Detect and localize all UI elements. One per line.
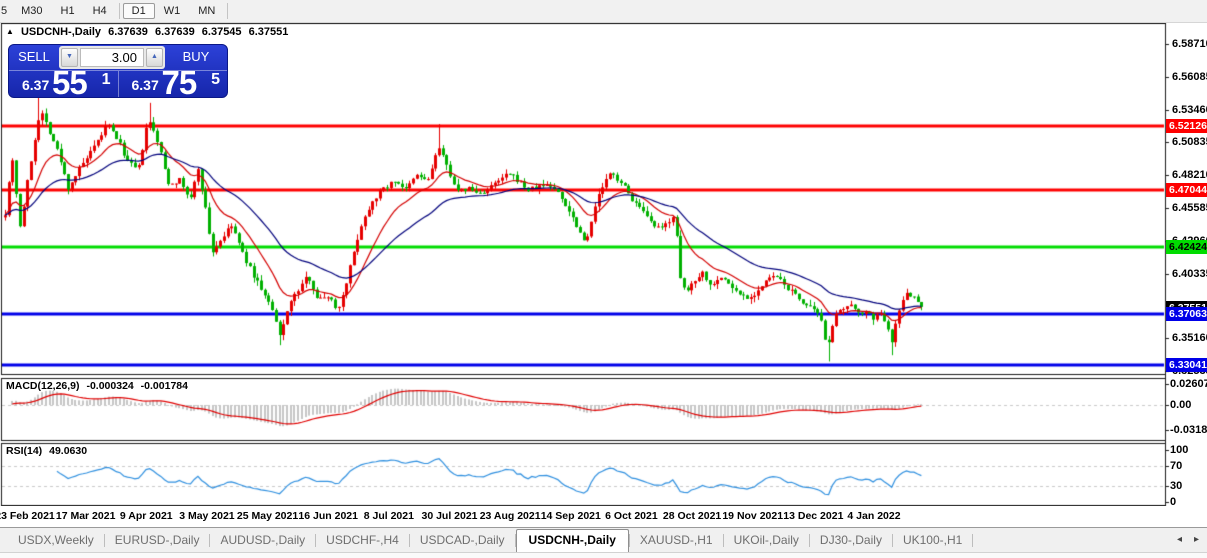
chart-symbol-label: USDCNH-,Daily — [21, 26, 101, 38]
ohlc-low-value: 6.37545 — [202, 26, 242, 38]
time-axis-label: 19 Nov 2021 — [722, 510, 783, 522]
timeframe-button-h1[interactable]: H1 — [52, 3, 84, 19]
rsi-axis-tick: 100 — [1170, 444, 1188, 456]
buy-price-base: 6.37 — [132, 77, 159, 93]
metatrader-window: 5M30H1H4D1W1MN ▲ USDCNH-,Daily 6.37639 6… — [0, 0, 1207, 558]
price-axis-tick: 6.48210 — [1172, 169, 1207, 181]
timeframe-button-m30[interactable]: M30 — [12, 3, 51, 19]
chart-tab-xauusd-h1[interactable]: XAUUSD-,H1 — [630, 529, 723, 552]
tab-scroll-right-button[interactable]: ▸ — [1194, 534, 1199, 545]
level-price-badge: 6.52126 — [1166, 119, 1207, 133]
timeframe-button-5[interactable]: 5 — [0, 3, 12, 19]
level-price-badge: 6.47044 — [1166, 183, 1207, 197]
time-axis-label: 6 Oct 2021 — [605, 510, 658, 522]
macd-axis-tick: 0.02607 — [1170, 378, 1207, 390]
tab-separator — [972, 534, 973, 547]
price-axis-tick: 6.45585 — [1172, 202, 1207, 214]
chart-tab-bar: USDX,WeeklyEURUSD-,DailyAUDUSD-,DailyUSD… — [0, 527, 1207, 552]
chart-window: ▲ USDCNH-,Daily 6.37639 6.37639 6.37545 … — [0, 23, 1207, 506]
chart-tab-uk100-h1[interactable]: UK100-,H1 — [893, 529, 972, 552]
chart-tab-usdx-weekly[interactable]: USDX,Weekly — [8, 529, 104, 552]
timeframe-button-h4[interactable]: H4 — [84, 3, 116, 19]
one-click-collapse-icon[interactable]: ▲ — [6, 27, 14, 36]
price-axis-tick: 6.35160 — [1172, 332, 1207, 344]
buy-price-point: 5 — [211, 71, 220, 89]
sell-price-pips: 55 — [52, 64, 87, 102]
chart-tab-dj30-daily[interactable]: DJ30-,Daily — [810, 529, 892, 552]
price-axis-tick: 6.50835 — [1172, 136, 1207, 148]
time-axis-label: 16 Jun 2021 — [298, 510, 358, 522]
chart-ohlc-header: ▲ USDCNH-,Daily 6.37639 6.37639 6.37545 … — [6, 26, 292, 38]
time-axis-label: 8 Jul 2021 — [364, 510, 414, 522]
price-axis-tick: 6.40335 — [1172, 268, 1207, 280]
level-price-badge: 6.33041 — [1166, 358, 1207, 372]
chart-tab-audusd-daily[interactable]: AUDUSD-,Daily — [210, 529, 315, 552]
timeframe-toolbar: 5M30H1H4 D1W1MN — [0, 0, 1207, 23]
time-axis[interactable]: 23 Feb 202117 Mar 2021 9 Apr 2021 3 May 20… — [0, 506, 1207, 527]
chart-tab-eurusd-daily[interactable]: EURUSD-,Daily — [105, 529, 210, 552]
volume-input[interactable] — [80, 48, 144, 67]
sell-price-point: 1 — [102, 71, 111, 89]
status-bar-strip — [0, 552, 1207, 558]
timeframe-button-d1[interactable]: D1 — [123, 3, 155, 19]
time-axis-label: 17 Mar 2021 — [56, 510, 116, 522]
macd-indicator-label: MACD(12,26,9) -0.000324 -0.001784 — [6, 380, 192, 392]
macd-name: MACD(12,26,9) — [6, 380, 80, 392]
sell-price-base: 6.37 — [22, 77, 49, 93]
level-price-badge: 6.37063 — [1166, 307, 1207, 321]
ohlc-close-value: 6.37551 — [249, 26, 289, 38]
ohlc-open-value: 6.37639 — [108, 26, 148, 38]
time-axis-label: 4 Jan 2022 — [847, 510, 900, 522]
rsi-name: RSI(14) — [6, 445, 42, 457]
time-axis-label: 28 Oct 2021 — [663, 510, 721, 522]
rsi-axis-tick: 30 — [1170, 480, 1182, 492]
time-axis-label: 30 Jul 2021 — [421, 510, 477, 522]
tab-scroll-left-button[interactable]: ◂ — [1177, 534, 1182, 545]
sell-price-display[interactable]: 6.37 55 1 — [9, 71, 119, 97]
macd-signal-value: -0.001784 — [141, 380, 188, 392]
level-price-badge: 6.42424 — [1166, 240, 1207, 254]
macd-main-value: -0.000324 — [86, 380, 133, 392]
time-axis-label: 13 Dec 2021 — [783, 510, 843, 522]
time-axis-label: 23 Feb 2021 — [0, 510, 55, 522]
buy-price-pips: 75 — [162, 64, 197, 102]
timeframe-button-w1[interactable]: W1 — [155, 3, 190, 19]
chart-tab-usdcad-daily[interactable]: USDCAD-,Daily — [410, 529, 515, 552]
time-axis-label: 9 Apr 2021 — [120, 510, 173, 522]
time-axis-label: 3 May 2021 — [179, 510, 234, 522]
ohlc-high-value: 6.37639 — [155, 26, 195, 38]
toolbar-separator — [119, 3, 120, 19]
price-axis-tick: 6.58710 — [1172, 38, 1207, 50]
rsi-value: 49.0630 — [49, 445, 87, 457]
time-axis-label: 25 May 2021 — [237, 510, 298, 522]
one-click-trading-panel: SELL ▼ ▲ BUY 6.37 55 1 6.37 75 5 — [8, 44, 228, 98]
macd-axis-tick: 0.00 — [1170, 399, 1191, 411]
timeframe-button-mn[interactable]: MN — [189, 3, 224, 19]
chart-tab-usdchf-h4[interactable]: USDCHF-,H4 — [316, 529, 409, 552]
chart-tab-usdcnh-daily[interactable]: USDCNH-,Daily — [516, 529, 629, 553]
chart-tab-ukoil-daily[interactable]: UKOil-,Daily — [724, 529, 809, 552]
macd-axis-tick: -0.03187 — [1170, 424, 1207, 436]
time-axis-label: 14 Sep 2021 — [541, 510, 601, 522]
rsi-indicator-label: RSI(14) 49.0630 — [6, 445, 91, 457]
buy-price-display[interactable]: 6.37 75 5 — [119, 71, 228, 97]
toolbar-separator — [227, 3, 228, 19]
price-axis-tick: 6.56085 — [1172, 71, 1207, 83]
time-axis-label: 23 Aug 2021 — [480, 510, 541, 522]
volume-increase-button[interactable]: ▲ — [146, 48, 163, 67]
rsi-axis-tick: 70 — [1170, 460, 1182, 472]
price-axis-tick: 6.53460 — [1172, 104, 1207, 116]
